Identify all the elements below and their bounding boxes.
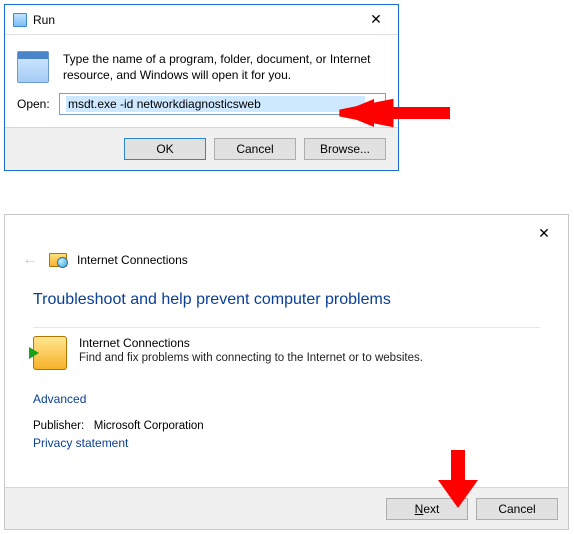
ts-header: ← Internet Connections xyxy=(5,251,568,281)
chevron-down-icon[interactable]: ⌄ xyxy=(365,98,383,111)
ok-button[interactable]: OK xyxy=(124,138,206,160)
ts-close-button[interactable]: ✕ xyxy=(524,218,564,248)
troubleshooter-item-name: Internet Connections xyxy=(79,336,423,350)
ts-body: Troubleshoot and help prevent computer p… xyxy=(5,281,568,456)
run-close-button[interactable]: ✕ xyxy=(354,5,398,35)
close-icon: ✕ xyxy=(370,11,382,28)
open-combobox[interactable]: ⌄ xyxy=(59,93,386,115)
troubleshooter-window: ✕ ← Internet Connections Troubleshoot an… xyxy=(4,214,569,530)
open-label: Open: xyxy=(17,97,59,111)
troubleshooter-item-icon xyxy=(33,336,67,370)
publisher-label: Publisher: xyxy=(33,420,84,432)
troubleshooter-item: Internet Connections Find and fix proble… xyxy=(33,327,540,374)
next-button[interactable]: Next xyxy=(386,498,468,520)
ts-header-title: Internet Connections xyxy=(77,253,188,267)
close-icon: ✕ xyxy=(538,225,550,242)
run-program-icon xyxy=(17,51,49,83)
open-row: Open: ⌄ xyxy=(5,93,398,127)
cancel-button[interactable]: Cancel xyxy=(214,138,296,160)
ts-cancel-button[interactable]: Cancel xyxy=(476,498,558,520)
run-titlebar: Run ✕ xyxy=(5,5,398,35)
ts-footer: Next Cancel xyxy=(5,487,568,529)
advanced-link[interactable]: Advanced xyxy=(33,392,86,406)
internet-connections-icon xyxy=(49,253,67,267)
run-title: Run xyxy=(33,13,354,27)
ts-heading: Troubleshoot and help prevent computer p… xyxy=(33,291,540,309)
run-dialog: Run ✕ Type the name of a program, folder… xyxy=(4,4,399,171)
run-footer: OK Cancel Browse... xyxy=(5,127,398,170)
browse-button[interactable]: Browse... xyxy=(304,138,386,160)
privacy-link[interactable]: Privacy statement xyxy=(33,436,128,450)
publisher-row: Publisher: Microsoft Corporation xyxy=(33,420,540,432)
open-input[interactable] xyxy=(66,96,365,112)
troubleshooter-item-desc: Find and fix problems with connecting to… xyxy=(79,352,423,364)
run-description: Type the name of a program, folder, docu… xyxy=(63,51,386,83)
run-app-icon xyxy=(13,13,27,27)
run-body: Type the name of a program, folder, docu… xyxy=(5,35,398,93)
back-arrow-icon: ← xyxy=(21,251,39,269)
publisher-value: Microsoft Corporation xyxy=(94,420,204,432)
ts-titlebar: ✕ xyxy=(5,215,568,251)
